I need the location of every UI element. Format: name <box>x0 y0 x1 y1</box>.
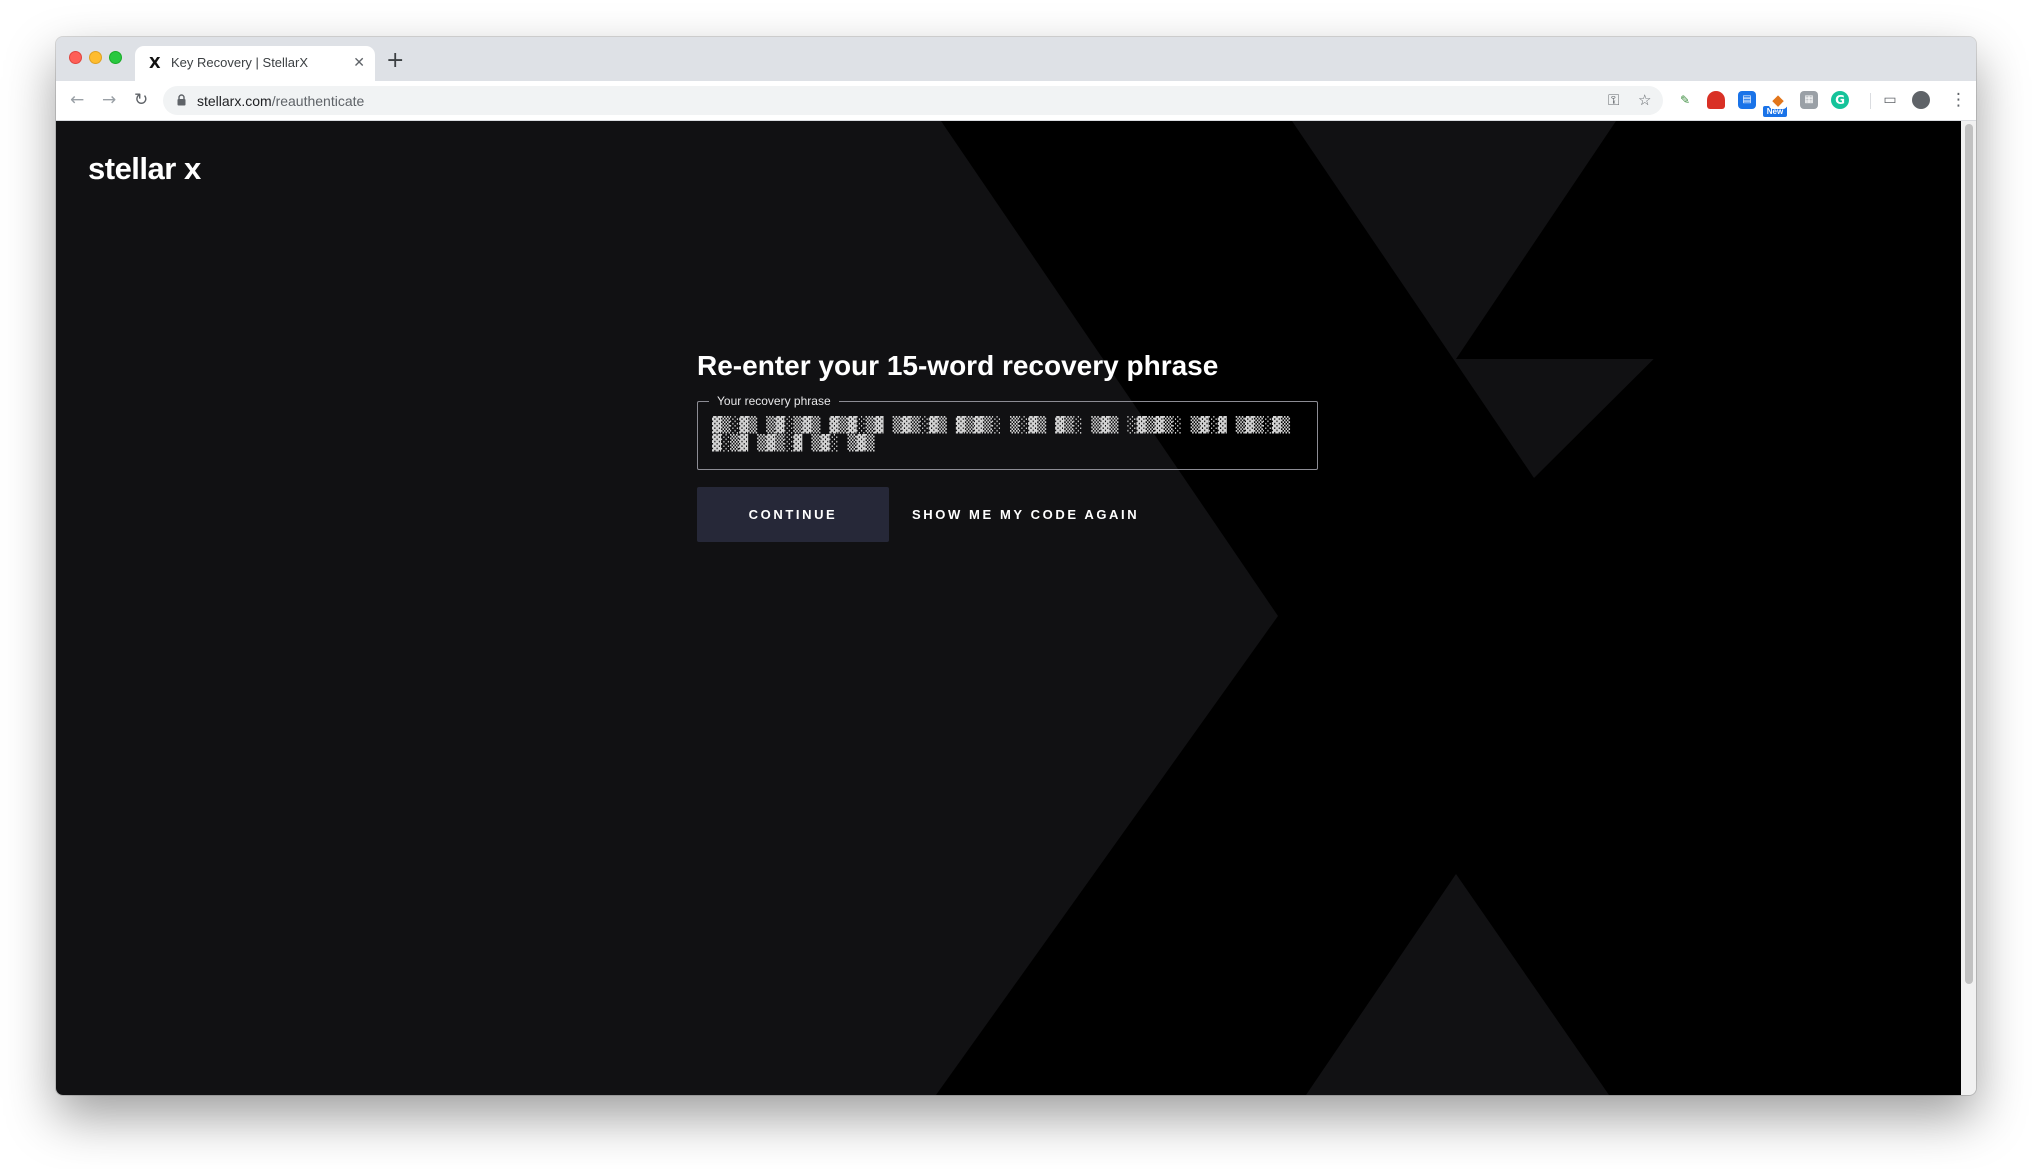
show-code-again-button[interactable]: SHOW ME MY CODE AGAIN <box>912 487 1139 542</box>
news-extension-icon[interactable] <box>1707 91 1725 109</box>
bookmark-star-icon[interactable]: ☆ <box>1638 92 1651 109</box>
browser-tab[interactable]: X Key Recovery | StellarX ✕ <box>135 46 375 81</box>
grammarly-icon[interactable]: G <box>1831 91 1849 109</box>
background-x-graphic <box>936 121 1961 1095</box>
profile-avatar[interactable] <box>1912 91 1930 109</box>
new-tab-button[interactable]: + <box>386 50 404 72</box>
eyedropper-extension-icon[interactable]: ✎ <box>1676 91 1694 109</box>
close-tab-icon[interactable]: ✕ <box>353 54 365 72</box>
generic-extension-icon[interactable]: ▦ <box>1800 91 1818 109</box>
recovery-phrase-field[interactable]: Your recovery phrase ▓▒░▓▒ ▒▓░▒▓▒ ▓▒▓░▒▓… <box>697 393 1318 470</box>
recovery-phrase-label: Your recovery phrase <box>709 393 839 409</box>
tab-strip: X Key Recovery | StellarX ✕ + <box>56 37 1976 81</box>
page-title: Re-enter your 15-word recovery phrase <box>697 350 1219 381</box>
scrollbar-thumb[interactable] <box>1965 124 1973 984</box>
page-scrollbar[interactable] <box>1961 121 1976 1095</box>
address-bar[interactable]: stellarx.com/reauthenticate ⚿ ☆ <box>163 86 1663 115</box>
page-viewport: stellar x Re-enter your 15-word recovery… <box>56 121 1961 1095</box>
cast-icon[interactable]: ▭ <box>1881 91 1899 109</box>
recovery-phrase-input[interactable]: ▓▒░▓▒ ▒▓░▒▓▒ ▓▒▓░▒▓ ▒▓▒░▓▒ ▓▒▓▒░ ▒░▓▒ ▓▒… <box>712 416 1292 452</box>
password-key-icon[interactable]: ⚿ <box>1608 92 1619 109</box>
back-button[interactable]: ← <box>70 89 84 111</box>
browser-toolbar: ← → ↻ stellarx.com/reauthenticate ⚿ ☆ ✎ … <box>56 81 1976 121</box>
browser-menu-icon[interactable]: ⋮ <box>1950 89 1967 111</box>
continue-button[interactable]: CONTINUE <box>697 487 889 542</box>
url-path: /reauthenticate <box>271 93 365 109</box>
url-domain: stellarx.com <box>197 93 272 109</box>
reload-button[interactable]: ↻ <box>134 89 148 111</box>
lock-icon <box>177 94 186 106</box>
tab-title: Key Recovery | StellarX <box>171 55 309 70</box>
maximize-window-button[interactable] <box>109 51 122 64</box>
toolbar-divider <box>1870 93 1871 109</box>
close-window-button[interactable] <box>69 51 82 64</box>
forward-button[interactable]: → <box>102 89 116 111</box>
stellarx-logo[interactable]: stellar x <box>88 151 201 187</box>
translate-extension-icon[interactable]: ▤ <box>1738 91 1756 109</box>
minimize-window-button[interactable] <box>89 51 102 64</box>
browser-window: X Key Recovery | StellarX ✕ + ← → ↻ stel… <box>56 37 1976 1095</box>
url-text: stellarx.com/reauthenticate <box>197 93 364 109</box>
metamask-fox-icon[interactable]: ◆ <box>1769 91 1787 109</box>
stellarx-favicon-icon: X <box>149 54 161 72</box>
